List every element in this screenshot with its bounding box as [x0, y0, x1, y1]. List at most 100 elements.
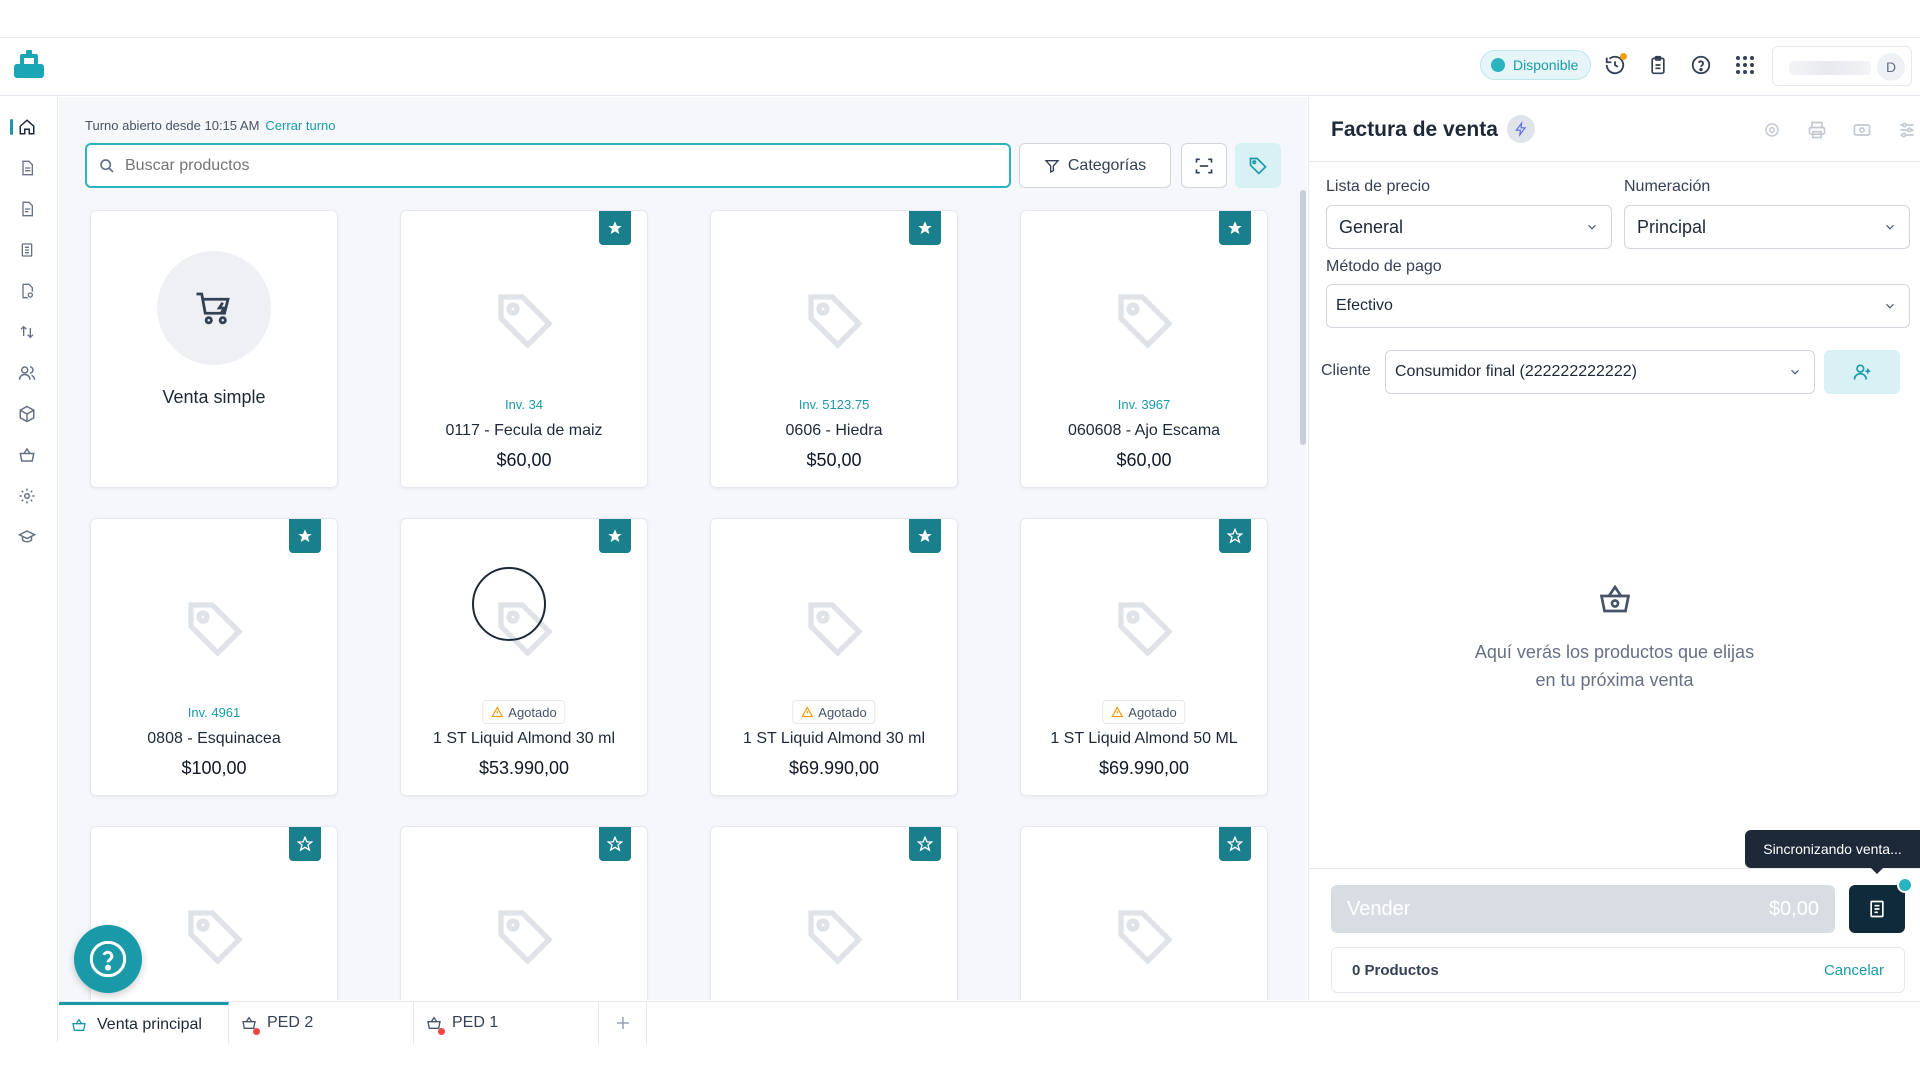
- settings-cog-icon[interactable]: [1761, 119, 1783, 141]
- report-icon[interactable]: [15, 238, 39, 262]
- payment-method-select[interactable]: Efectivo: [1326, 284, 1910, 328]
- product-search-box[interactable]: [85, 143, 1011, 188]
- product-card[interactable]: Inv. 4961 0808 - Esquinacea $100,00: [90, 518, 338, 796]
- question-icon: [89, 940, 127, 978]
- apps-grid-icon[interactable]: [1733, 53, 1757, 77]
- help-circle-icon[interactable]: [1689, 53, 1713, 77]
- favorite-star-icon[interactable]: [599, 519, 631, 553]
- favorite-star-outline-icon[interactable]: [289, 827, 321, 861]
- tab-label: Venta principal: [97, 1015, 202, 1033]
- sell-button[interactable]: Vender $0,00: [1331, 885, 1835, 933]
- cash-drawer-icon[interactable]: [1851, 119, 1873, 141]
- product-card[interactable]: [1020, 826, 1268, 1000]
- shopping-basket-icon[interactable]: [15, 443, 39, 467]
- product-card[interactable]: Inv. 5123.75 0606 - Hiedra $50,00: [710, 210, 958, 488]
- tab-ped-1[interactable]: PED 1: [414, 1002, 599, 1044]
- tab-label: PED 1: [452, 1014, 499, 1031]
- cancel-link[interactable]: Cancelar: [1824, 962, 1884, 979]
- chevron-down-icon: [1588, 224, 1596, 230]
- education-cap-icon[interactable]: [15, 525, 39, 549]
- add-client-button[interactable]: [1824, 350, 1900, 394]
- categories-button[interactable]: Categorías: [1019, 143, 1171, 188]
- document-icon[interactable]: [15, 156, 39, 180]
- availability-status-badge[interactable]: Disponible: [1480, 50, 1592, 80]
- receipt-button[interactable]: [1849, 885, 1905, 933]
- favorite-star-outline-icon[interactable]: [599, 827, 631, 861]
- product-card[interactable]: Agotado 1 ST Liquid Almond 30 ml $69.990…: [710, 518, 958, 796]
- venta-simple-label: Venta simple: [162, 387, 266, 407]
- favorite-star-icon[interactable]: [289, 519, 321, 553]
- products-scrollbar[interactable]: [1300, 190, 1306, 445]
- contacts-icon[interactable]: [15, 361, 39, 385]
- lightning-icon[interactable]: [1507, 115, 1535, 143]
- product-price: $100,00: [181, 758, 247, 778]
- product-card[interactable]: Inv. 34 0117 - Fecula de maiz $60,00: [400, 210, 648, 488]
- price-list-select[interactable]: General: [1326, 205, 1612, 249]
- inventory-count: Inv. 5123.75: [798, 397, 870, 412]
- page-title: Factura de venta: [1331, 118, 1498, 141]
- badge-label: Agotado: [1128, 704, 1177, 720]
- product-card[interactable]: [400, 826, 648, 1000]
- favorite-star-outline-icon[interactable]: [1219, 827, 1251, 861]
- favorite-star-icon[interactable]: [909, 211, 941, 245]
- product-name: 1 ST Liquid Almond 30 ml: [742, 730, 926, 747]
- inventory-box-icon[interactable]: [15, 402, 39, 426]
- user-menu[interactable]: D: [1772, 46, 1912, 86]
- shift-status: Turno abierto desde 10:15 AM Cerrar turno: [85, 118, 336, 133]
- print-icon[interactable]: [1806, 119, 1828, 141]
- favorite-star-outline-icon[interactable]: [1219, 519, 1251, 553]
- product-price: $60,00: [496, 450, 552, 470]
- price-tag-icon: [493, 905, 557, 974]
- empty-basket-icon: [1597, 581, 1633, 622]
- products-area: Turno abierto desde 10:15 AM Cerrar turno…: [59, 97, 1307, 1000]
- product-price: $69.990,00: [788, 758, 880, 778]
- product-card[interactable]: [710, 826, 958, 1000]
- avatar[interactable]: D: [1877, 53, 1905, 81]
- sync-history-icon[interactable]: [1603, 53, 1627, 77]
- product-card[interactable]: Inv. 3967 060608 - Ajo Escama $60,00: [1020, 210, 1268, 488]
- divider: [1309, 868, 1920, 869]
- favorite-star-icon[interactable]: [1219, 211, 1251, 245]
- product-card[interactable]: Agotado 1 ST Liquid Almond 30 ml $53.990…: [400, 518, 648, 796]
- file-search-icon[interactable]: [15, 279, 39, 303]
- out-of-stock-badge: Agotado: [1102, 700, 1186, 724]
- numbering-select[interactable]: Principal: [1624, 205, 1910, 249]
- close-shift-link[interactable]: Cerrar turno: [265, 118, 335, 133]
- sliders-icon[interactable]: [1896, 119, 1918, 141]
- app-logo-icon[interactable]: [12, 50, 46, 80]
- help-button[interactable]: [74, 925, 142, 993]
- product-name: 0117 - Fecula de maiz: [445, 422, 603, 439]
- quick-sale-cart-icon: [157, 251, 271, 365]
- search-input[interactable]: [125, 156, 985, 175]
- clipboard-icon[interactable]: [1646, 53, 1670, 77]
- client-label: Cliente: [1321, 362, 1371, 379]
- unsynced-dot-icon: [438, 1028, 445, 1035]
- price-tag-icon: [803, 289, 867, 358]
- status-dot-icon: [1491, 58, 1505, 72]
- categories-label: Categorías: [1067, 156, 1147, 174]
- product-card[interactable]: Agotado 1 ST Liquid Almond 50 ML $69.990…: [1020, 518, 1268, 796]
- favorite-star-icon[interactable]: [909, 519, 941, 553]
- user-name-placeholder: [1789, 61, 1871, 75]
- favorite-star-outline-icon[interactable]: [909, 827, 941, 861]
- add-tab-button[interactable]: [599, 1002, 647, 1044]
- client-select[interactable]: Consumidor final (222222222222): [1385, 350, 1815, 394]
- venta-simple-card[interactable]: Venta simple: [90, 210, 338, 488]
- price-tags-button[interactable]: [1235, 143, 1281, 188]
- tab-venta-principal[interactable]: Venta principal: [59, 1002, 229, 1044]
- transfer-arrows-icon[interactable]: [15, 320, 39, 344]
- product-name: 060608 - Ajo Escama: [1067, 422, 1221, 439]
- price-list-value: General: [1339, 216, 1404, 237]
- top-bar: Disponible D: [0, 38, 1920, 96]
- tab-ped-2[interactable]: PED 2: [229, 1002, 414, 1044]
- payment-method-value: Efectivo: [1336, 297, 1393, 314]
- search-icon: [100, 158, 114, 173]
- home-icon[interactable]: [15, 115, 39, 139]
- settings-gear-icon[interactable]: [15, 484, 39, 508]
- sidebar-active-indicator: [10, 119, 13, 135]
- barcode-scan-button[interactable]: [1181, 143, 1227, 188]
- favorite-star-icon[interactable]: [599, 211, 631, 245]
- empty-line-2: en tu próxima venta: [1535, 670, 1694, 690]
- invoice-icon[interactable]: [15, 197, 39, 221]
- empty-cart-message: Aquí verás los productos que elijas en t…: [1309, 638, 1920, 694]
